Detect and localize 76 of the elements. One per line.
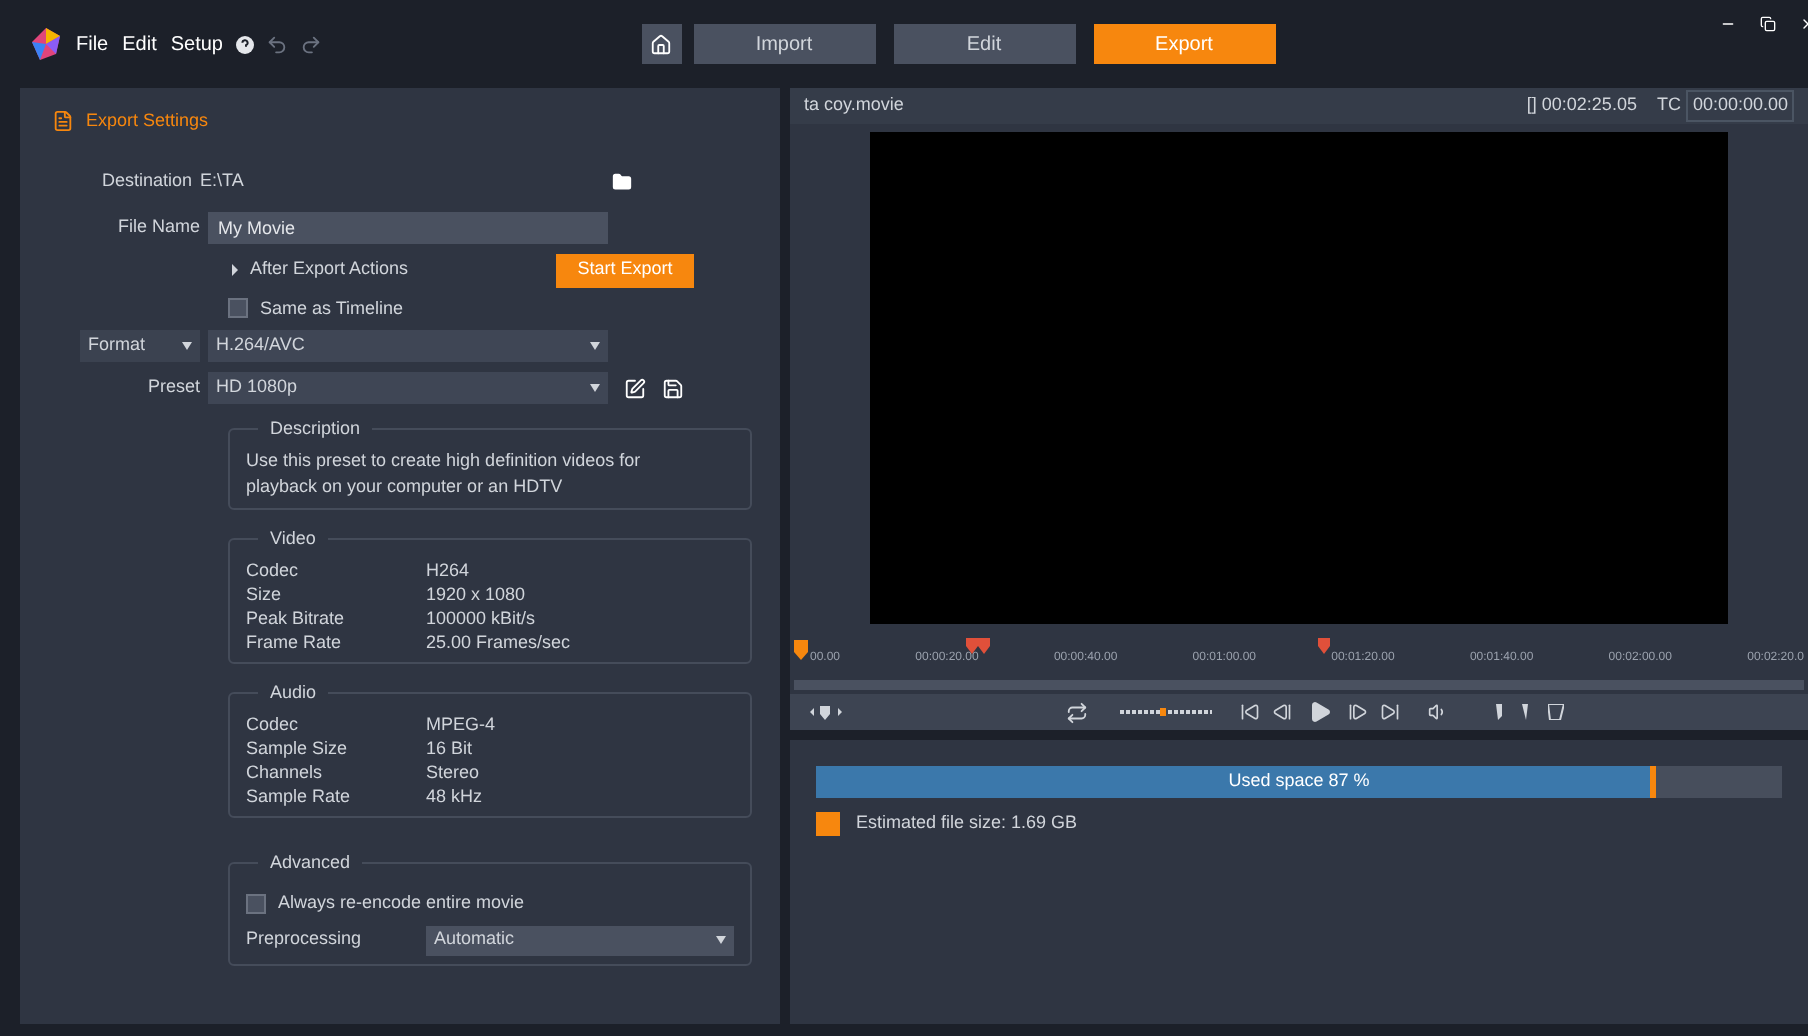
panel-title: Export Settings [86, 108, 209, 134]
field-label: Destination [99, 167, 194, 194]
caret-icon [182, 342, 192, 350]
restore-icon[interactable] [1760, 16, 1776, 32]
property-value: Stereo [426, 760, 480, 784]
playhead-icon[interactable] [794, 640, 808, 660]
description-text: Use this preset to create high definition videos for playback on your computer or an HDTV [246, 448, 643, 500]
home-icon [650, 33, 672, 55]
home-button[interactable] [641, 24, 681, 64]
app-logo-icon [28, 26, 64, 62]
property-value: 16 Bit [426, 736, 473, 760]
mark-in-icon[interactable] [1496, 704, 1502, 720]
checkbox[interactable] [228, 298, 248, 319]
caret-icon [716, 936, 726, 944]
marker-icon [966, 638, 990, 654]
undo-icon[interactable] [265, 33, 287, 55]
property-label: Frame Rate [246, 630, 344, 654]
play-icon[interactable] [1308, 700, 1332, 724]
folder-icon[interactable] [611, 171, 632, 191]
property-label: Sample Rate [246, 784, 353, 808]
property-label: Channels [246, 760, 325, 784]
trim-icon[interactable] [1548, 704, 1564, 720]
go-to-start-icon[interactable] [1240, 702, 1260, 722]
menu-item[interactable]: Edit [122, 29, 157, 59]
mark-out-icon[interactable] [1522, 704, 1528, 720]
tc-label: TC [1656, 92, 1681, 119]
legend-swatch [816, 811, 840, 836]
format-dropdown[interactable]: Format [80, 330, 200, 362]
file-name-field[interactable]: My Movie [208, 211, 608, 243]
timecode-field: 00:00:00.00 [1686, 90, 1794, 122]
tab[interactable]: Import [693, 24, 875, 64]
property-label: Codec [246, 712, 301, 736]
destination-path: E:\TA [200, 167, 244, 194]
menu-item[interactable]: Setup [170, 29, 223, 59]
shuttle-icon[interactable] [1120, 708, 1212, 716]
storage-label: Used space 87 % [1226, 768, 1372, 795]
document-icon [52, 110, 74, 133]
property-value: H264 [426, 558, 470, 582]
caret-icon [590, 342, 600, 350]
preset-dropdown[interactable]: HD 1080p [208, 372, 608, 404]
help-icon[interactable] [235, 35, 253, 53]
edit-icon[interactable] [624, 377, 646, 399]
step-back-icon[interactable] [1272, 702, 1292, 722]
property-value: 48 kHz [426, 784, 483, 808]
save-icon[interactable] [662, 377, 684, 399]
marker-icon [1318, 638, 1330, 654]
redo-icon[interactable] [299, 33, 321, 55]
property-value: 100000 kBit/s [426, 606, 536, 630]
field-label: Preprocessing [246, 926, 364, 953]
checkbox[interactable] [246, 893, 266, 914]
go-to-end-icon[interactable] [1380, 702, 1400, 722]
checkbox-label: Always re-encode entire movie [278, 890, 525, 916]
property-label: Codec [246, 558, 301, 582]
caret-icon [590, 384, 600, 392]
field-label: File Name [115, 213, 202, 240]
duration: [] 00:02:25.05 [1526, 92, 1637, 119]
file-size-estimate: Estimated file size: 1.69 GB [856, 810, 1078, 836]
expander[interactable]: After Export Actions [232, 256, 409, 284]
group-title: Description [258, 416, 373, 442]
loop-icon[interactable] [1066, 701, 1088, 723]
property-label: Peak Bitrate [246, 606, 347, 630]
format-dropdown[interactable]: H.264/AVC [208, 330, 608, 362]
step-forward-icon[interactable] [1348, 702, 1368, 722]
preprocessing-dropdown[interactable]: Automatic [426, 925, 734, 955]
checkbox-label: Same as Timeline [260, 295, 404, 321]
field-label: Preset [145, 374, 202, 401]
property-value: 25.00 Frames/sec [426, 630, 571, 654]
tab[interactable]: Edit [893, 24, 1075, 64]
file-title: ta coy.movie [804, 92, 906, 119]
property-label: Size [246, 582, 284, 606]
property-value: 1920 x 1080 [426, 582, 526, 606]
property-value: MPEG-4 [426, 712, 496, 736]
marker-nav-icon[interactable] [810, 704, 842, 720]
property-label: Sample Size [246, 736, 350, 760]
menu-item[interactable]: File [76, 29, 109, 59]
volume-icon[interactable] [1428, 702, 1448, 722]
